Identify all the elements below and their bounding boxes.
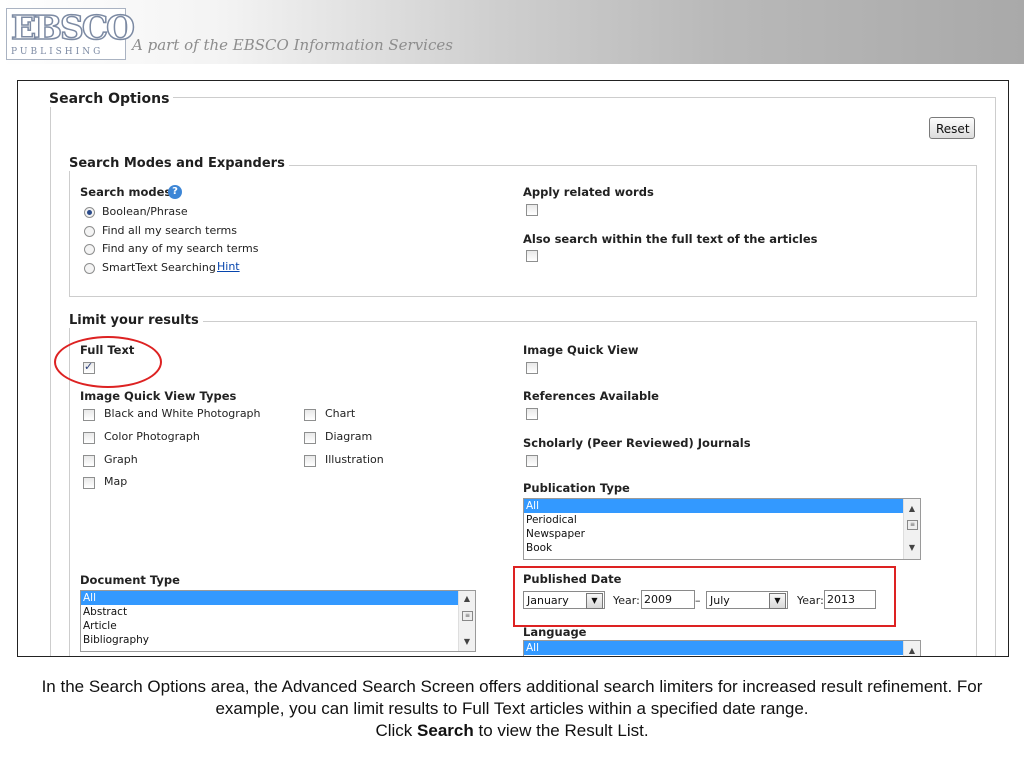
graph-checkbox[interactable] [83, 455, 95, 467]
scholarly-checkbox[interactable] [526, 455, 538, 467]
caption-click: Click [375, 721, 413, 740]
list-item[interactable]: Bibliography [81, 633, 475, 647]
scroll-up-icon[interactable]: ▲ [904, 502, 920, 516]
language-label: Language [523, 625, 587, 639]
scholarly-label: Scholarly (Peer Reviewed) Journals [523, 436, 751, 450]
scroll-up-icon[interactable]: ▲ [904, 644, 920, 656]
search-options-title: Search Options [45, 91, 174, 107]
chart-checkbox[interactable] [304, 409, 316, 421]
radio-label-find-any-terms: Find any of my search terms [102, 242, 259, 255]
published-date-highlight [513, 566, 896, 627]
scroll-up-icon[interactable]: ▲ [459, 592, 475, 606]
search-modes-label: Search modes [80, 185, 172, 199]
color-photo-checkbox[interactable] [83, 432, 95, 444]
list-item[interactable]: Abstract [81, 605, 475, 619]
ebsco-logo: EBSCO PUBLISHING [6, 8, 136, 60]
scroll-thumb-icon[interactable]: ≡ [907, 520, 918, 530]
radio-label-find-all-terms: Find all my search terms [102, 224, 237, 237]
bw-photo-label: Black and White Photograph [104, 407, 261, 420]
document-type-listbox[interactable]: All Abstract Article Bibliography ▲ ≡ ▼ [80, 590, 476, 652]
radio-boolean-phrase[interactable] [84, 207, 95, 218]
illustration-label: Illustration [325, 453, 384, 466]
screenshot-frame: Search Options Reset Search Modes and Ex… [17, 80, 1009, 657]
references-label: References Available [523, 389, 659, 403]
radio-find-any-terms[interactable] [84, 244, 95, 255]
diagram-checkbox[interactable] [304, 432, 316, 444]
list-item[interactable]: All [524, 499, 920, 513]
image-quick-view-checkbox[interactable] [526, 362, 538, 374]
logo-subtext: PUBLISHING [11, 47, 104, 57]
caption-line1: In the Search Options area, the Advanced… [41, 677, 983, 718]
publication-type-listbox[interactable]: All Periodical Newspaper Book ▲ ≡ ▼ [523, 498, 921, 560]
document-type-label: Document Type [80, 573, 180, 587]
scroll-down-icon[interactable]: ▼ [459, 635, 475, 649]
image-quick-view-label: Image Quick View [523, 343, 639, 357]
apply-related-label: Apply related words [523, 185, 654, 199]
list-item[interactable]: Newspaper [524, 527, 920, 541]
radio-find-all-terms[interactable] [84, 226, 95, 237]
list-item[interactable]: All [81, 591, 475, 605]
list-item[interactable]: Article [81, 619, 475, 633]
help-icon[interactable]: ? [168, 185, 182, 199]
bw-photo-checkbox[interactable] [83, 409, 95, 421]
document-type-scrollbar[interactable]: ▲ ≡ ▼ [458, 591, 475, 651]
color-photo-label: Color Photograph [104, 430, 200, 443]
image-types-label: Image Quick View Types [80, 389, 237, 403]
illustration-checkbox[interactable] [304, 455, 316, 467]
map-label: Map [104, 475, 128, 488]
caption-search-word: Search [417, 721, 474, 740]
diagram-label: Diagram [325, 430, 373, 443]
header-tagline: A part of the EBSCO Information Services [132, 36, 453, 54]
list-item[interactable]: All [524, 641, 920, 655]
radio-label-boolean-phrase: Boolean/Phrase [102, 205, 188, 218]
map-checkbox[interactable] [83, 477, 95, 489]
language-listbox[interactable]: All ▲ [523, 640, 921, 656]
scroll-down-icon[interactable]: ▼ [904, 541, 920, 555]
slide-caption: In the Search Options area, the Advanced… [40, 676, 984, 742]
search-modes-title: Search Modes and Expanders [65, 156, 289, 171]
full-text-highlight [54, 336, 162, 388]
logo-text: EBSCO [10, 8, 135, 47]
list-item[interactable]: Book [524, 541, 920, 555]
reset-button[interactable]: Reset [929, 117, 975, 139]
hint-link[interactable]: Hint [217, 260, 240, 273]
full-text-search-checkbox[interactable] [526, 250, 538, 262]
radio-label-smarttext: SmartText Searching [102, 261, 216, 274]
full-text-search-label: Also search within the full text of the … [523, 232, 818, 246]
references-checkbox[interactable] [526, 408, 538, 420]
publication-type-label: Publication Type [523, 481, 630, 495]
list-item[interactable]: Periodical [524, 513, 920, 527]
apply-related-checkbox[interactable] [526, 204, 538, 216]
graph-label: Graph [104, 453, 138, 466]
caption-tail: to view the Result List. [478, 721, 649, 740]
scroll-thumb-icon[interactable]: ≡ [462, 611, 473, 621]
chart-label: Chart [325, 407, 356, 420]
publication-type-scrollbar[interactable]: ▲ ≡ ▼ [903, 499, 920, 559]
language-scrollbar[interactable]: ▲ [903, 641, 920, 656]
radio-smarttext[interactable] [84, 263, 95, 274]
limit-results-title: Limit your results [65, 313, 203, 328]
header-banner: EBSCO PUBLISHING A part of the EBSCO Inf… [0, 0, 1024, 64]
